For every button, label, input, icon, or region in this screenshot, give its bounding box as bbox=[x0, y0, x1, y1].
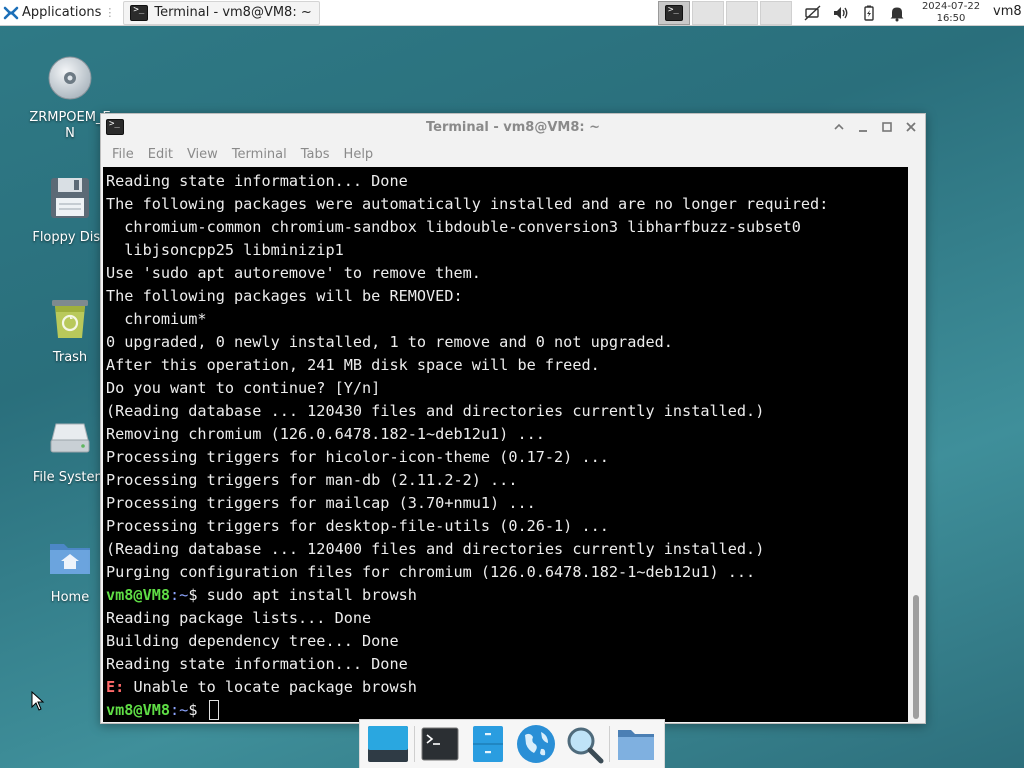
terminal-line: Reading state information... Done bbox=[106, 655, 408, 673]
workspace-switcher bbox=[658, 1, 792, 25]
workspace-4[interactable] bbox=[760, 1, 792, 25]
panel-clock[interactable]: 2024-07-22 16:50 bbox=[912, 1, 990, 25]
home-folder-icon bbox=[618, 730, 655, 760]
close-icon[interactable] bbox=[903, 119, 919, 135]
menu-edit[interactable]: Edit bbox=[141, 147, 180, 162]
terminal-line: Reading package lists... Done bbox=[106, 609, 372, 627]
workspace-3[interactable] bbox=[726, 1, 758, 25]
terminal-window: Terminal - vm8@VM8: ~ File Edit View Ter… bbox=[100, 113, 926, 724]
dock-show-desktop[interactable] bbox=[366, 722, 410, 766]
dock-file-manager[interactable] bbox=[466, 722, 510, 766]
menu-terminal[interactable]: Terminal bbox=[225, 147, 294, 162]
volume-icon[interactable] bbox=[832, 4, 850, 22]
show-desktop-icon bbox=[367, 726, 408, 762]
workspace-2[interactable] bbox=[692, 1, 724, 25]
terminal-line: vm8@VM8:~$ sudo apt install browsh bbox=[103, 584, 908, 607]
terminal-line: Processing triggers for desktop-file-uti… bbox=[106, 517, 609, 535]
mouse-pointer-icon bbox=[31, 691, 45, 711]
dock-separator bbox=[413, 726, 415, 762]
terminal-icon bbox=[421, 727, 459, 761]
app-finder-icon bbox=[567, 727, 604, 764]
terminal-icon bbox=[665, 5, 683, 21]
terminal-line: Processing triggers for mailcap (3.70+nm… bbox=[106, 494, 536, 512]
dock-separator bbox=[609, 726, 611, 762]
dock-app-finder[interactable] bbox=[562, 722, 606, 766]
maximize-icon[interactable] bbox=[879, 119, 895, 135]
dock-terminal[interactable] bbox=[418, 722, 462, 766]
error-message: Unable to locate package browsh bbox=[124, 678, 417, 696]
terminal-line: Use 'sudo apt autoremove' to remove them… bbox=[106, 264, 481, 282]
terminal-line: E: Unable to locate package browsh bbox=[103, 676, 908, 699]
terminal-line: Reading state information... Done bbox=[106, 172, 408, 190]
terminal-line: (Reading database ... 120400 files and d… bbox=[106, 540, 765, 558]
prompt-symbol: $ bbox=[188, 586, 207, 604]
prompt-user: vm8@VM8 bbox=[106, 701, 171, 719]
shade-icon[interactable] bbox=[831, 119, 847, 135]
battery-icon[interactable] bbox=[860, 4, 878, 22]
prompt-user: vm8@VM8 bbox=[106, 586, 171, 604]
dock-web-browser[interactable] bbox=[514, 722, 558, 766]
terminal-line: chromium-common chromium-sandbox libdoub… bbox=[106, 218, 801, 236]
applications-label: Applications bbox=[22, 5, 102, 20]
applications-separator: ⋮ bbox=[104, 6, 116, 19]
dock-home-folder[interactable] bbox=[614, 722, 658, 766]
scrollbar-thumb[interactable] bbox=[913, 595, 919, 719]
system-tray bbox=[804, 0, 906, 26]
user-menu[interactable]: vm8 bbox=[993, 4, 1022, 19]
prompt-symbol: $ bbox=[188, 701, 207, 719]
terminal-line: (Reading database ... 120430 files and d… bbox=[106, 402, 765, 420]
workspace-1[interactable] bbox=[658, 1, 690, 25]
menu-view[interactable]: View bbox=[180, 147, 225, 162]
terminal-line: libjsoncpp25 libminizip1 bbox=[106, 241, 344, 259]
error-prefix: E: bbox=[106, 678, 125, 696]
taskbar-terminal-button[interactable]: Terminal - vm8@VM8: ~ bbox=[123, 0, 321, 25]
floppy-icon bbox=[51, 178, 89, 218]
window-title: Terminal - vm8@VM8: ~ bbox=[425, 120, 601, 135]
disc-icon bbox=[48, 56, 92, 100]
terminal-line: Processing triggers for hicolor-icon-the… bbox=[106, 448, 609, 466]
web-browser-icon bbox=[516, 725, 555, 763]
terminal-cursor bbox=[208, 700, 219, 720]
terminal-line: The following packages will be REMOVED: bbox=[106, 287, 463, 305]
menu-file[interactable]: File bbox=[105, 147, 141, 162]
xfce-logo-icon bbox=[3, 6, 19, 19]
prompt-path: :~ bbox=[170, 701, 189, 719]
network-icon[interactable] bbox=[804, 4, 822, 22]
applications-menu[interactable]: Applications ⋮ bbox=[0, 0, 119, 26]
home-folder-icon bbox=[50, 544, 90, 574]
terminal-line: chromium* bbox=[106, 310, 207, 328]
command-text: sudo apt install browsh bbox=[206, 586, 417, 604]
menu-help[interactable]: Help bbox=[337, 147, 381, 162]
window-menubar: File Edit View Terminal Tabs Help bbox=[101, 142, 925, 166]
window-titlebar[interactable]: Terminal - vm8@VM8: ~ bbox=[101, 114, 925, 142]
terminal-line: Do you want to continue? [Y/n] bbox=[106, 379, 381, 397]
terminal-scrollbar[interactable] bbox=[908, 167, 925, 722]
window-controls bbox=[831, 119, 919, 135]
file-manager-icon bbox=[473, 726, 504, 762]
taskbar-terminal-label: Terminal - vm8@VM8: ~ bbox=[154, 5, 312, 20]
drive-icon bbox=[50, 423, 90, 453]
terminal-line: Processing triggers for man-db (2.11.2-2… bbox=[106, 471, 518, 489]
terminal-line: Removing chromium (126.0.6478.182-1~deb1… bbox=[106, 425, 545, 443]
terminal-line: 0 upgraded, 0 newly installed, 1 to remo… bbox=[106, 333, 673, 351]
terminal-output[interactable]: Reading state information... Done The fol… bbox=[103, 167, 908, 722]
terminal-line: Purging configuration files for chromium… bbox=[106, 563, 756, 581]
menu-tabs[interactable]: Tabs bbox=[294, 147, 337, 162]
prompt-path: :~ bbox=[170, 586, 189, 604]
terminal-line: After this operation, 241 MB disk space … bbox=[106, 356, 600, 374]
trash-icon bbox=[52, 300, 88, 338]
notifications-bell-icon[interactable] bbox=[888, 4, 906, 22]
minimize-icon[interactable] bbox=[855, 119, 871, 135]
clock-time: 16:50 bbox=[936, 13, 966, 24]
bottom-dock bbox=[359, 719, 665, 768]
terminal-line: Building dependency tree... Done bbox=[106, 632, 399, 650]
clock-date: 2024-07-22 bbox=[921, 1, 981, 12]
top-panel: Applications ⋮ Terminal - vm8@VM8: ~ bbox=[0, 0, 1024, 26]
terminal-icon bbox=[130, 4, 149, 21]
terminal-line: The following packages were automaticall… bbox=[106, 195, 829, 213]
